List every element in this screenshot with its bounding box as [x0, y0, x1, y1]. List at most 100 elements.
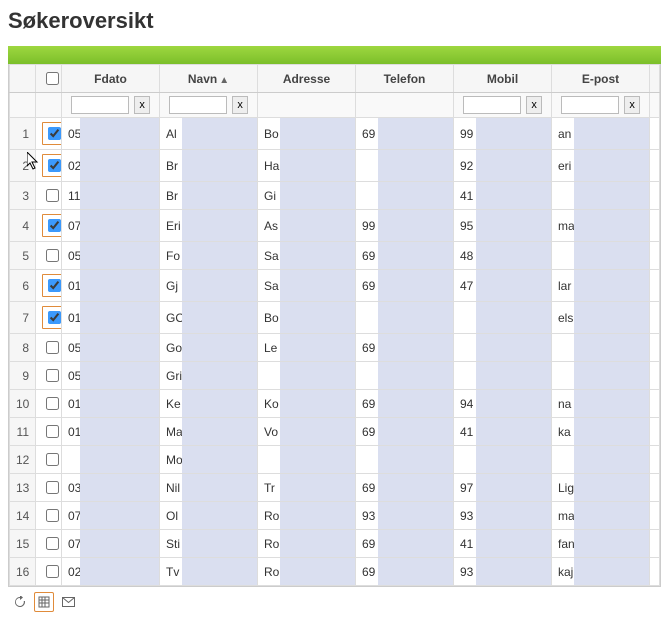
- row-select-cell[interactable]: [36, 418, 62, 446]
- cell-fdato: 05: [62, 334, 160, 362]
- filter-epost-input[interactable]: [561, 96, 619, 114]
- table-row[interactable]: 1303NilTr6997Lig: [10, 474, 660, 502]
- filter-navn-cell: x: [160, 93, 258, 118]
- cell-fdato: 01: [62, 302, 160, 334]
- table-row[interactable]: 1101MaVo6941ka: [10, 418, 660, 446]
- cell-navn: Sti: [160, 530, 258, 558]
- col-header-navn-label: Navn: [188, 72, 217, 86]
- col-header-adresse[interactable]: Adresse: [258, 65, 356, 93]
- col-header-select-all[interactable]: [36, 65, 62, 93]
- table-row[interactable]: 701GOBoels: [10, 302, 660, 334]
- table-row[interactable]: 407EriAs9995ma: [10, 210, 660, 242]
- row-number: 16: [10, 558, 36, 586]
- row-select-cell[interactable]: [36, 446, 62, 474]
- cell-epost: els: [552, 302, 650, 334]
- row-select-cell[interactable]: [36, 502, 62, 530]
- col-header-epost[interactable]: E-post: [552, 65, 650, 93]
- cell-fdato: 01: [62, 418, 160, 446]
- col-header-navn[interactable]: Navn▲: [160, 65, 258, 93]
- row-select-checkbox[interactable]: [46, 509, 59, 522]
- table-row[interactable]: 601GjSa6947lar: [10, 270, 660, 302]
- col-header-mobil[interactable]: Mobil: [454, 65, 552, 93]
- row-select-cell[interactable]: [36, 558, 62, 586]
- table-row[interactable]: 105AlBo6999an: [10, 118, 660, 150]
- table-row[interactable]: 12Mo: [10, 446, 660, 474]
- row-select-checkbox[interactable]: [46, 565, 59, 578]
- cell-epost: an: [552, 118, 650, 150]
- cell-mobil: 41: [454, 530, 552, 558]
- cell-telefon: 69: [356, 118, 454, 150]
- row-select-cell[interactable]: [36, 530, 62, 558]
- cell-navn: Al: [160, 118, 258, 150]
- row-number: 10: [10, 390, 36, 418]
- row-select-cell[interactable]: [36, 334, 62, 362]
- row-select-cell[interactable]: [36, 270, 62, 302]
- row-select-checkbox[interactable]: [48, 127, 61, 140]
- mail-button[interactable]: [58, 592, 78, 612]
- row-select-checkbox[interactable]: [46, 249, 59, 262]
- row-select-checkbox[interactable]: [46, 397, 59, 410]
- row-number: 5: [10, 242, 36, 270]
- row-select-checkbox[interactable]: [48, 219, 61, 232]
- filter-navn-clear[interactable]: x: [232, 96, 248, 114]
- filter-mobil-input[interactable]: [463, 96, 521, 114]
- col-header-fdato[interactable]: Fdato: [62, 65, 160, 93]
- cell-adresse: Vo: [258, 418, 356, 446]
- row-select-checkbox[interactable]: [46, 481, 59, 494]
- filter-mobil-clear[interactable]: x: [526, 96, 542, 114]
- cell-navn: Go: [160, 334, 258, 362]
- cell-fdato: 05: [62, 362, 160, 390]
- table-row[interactable]: 311BrGi41: [10, 182, 660, 210]
- select-all-checkbox[interactable]: [46, 72, 59, 85]
- row-select-cell[interactable]: [36, 210, 62, 242]
- col-header-telefon-label: Telefon: [384, 72, 426, 86]
- row-select-checkbox[interactable]: [46, 537, 59, 550]
- table-row[interactable]: 505FoSa6948: [10, 242, 660, 270]
- filter-fdato-clear[interactable]: x: [134, 96, 150, 114]
- row-select-cell[interactable]: [36, 362, 62, 390]
- row-select-checkbox[interactable]: [46, 369, 59, 382]
- row-number: 3: [10, 182, 36, 210]
- row-select-checkbox[interactable]: [46, 189, 59, 202]
- refresh-button[interactable]: [10, 592, 30, 612]
- cell-epost: fan: [552, 530, 650, 558]
- row-select-cell[interactable]: [36, 390, 62, 418]
- cell-navn: Eri: [160, 210, 258, 242]
- cell-navn: Fo: [160, 242, 258, 270]
- row-select-checkbox[interactable]: [46, 425, 59, 438]
- cell-adresse: Ro: [258, 502, 356, 530]
- row-number: 9: [10, 362, 36, 390]
- cell-fdato: 07: [62, 502, 160, 530]
- row-number: 6: [10, 270, 36, 302]
- table-row[interactable]: 1602TvRo6993kaj: [10, 558, 660, 586]
- filter-fdato-input[interactable]: [71, 96, 129, 114]
- filter-navn-input[interactable]: [169, 96, 227, 114]
- row-select-checkbox[interactable]: [48, 159, 61, 172]
- row-select-cell[interactable]: [36, 474, 62, 502]
- row-select-cell[interactable]: [36, 118, 62, 150]
- row-select-checkbox[interactable]: [48, 311, 61, 324]
- cell-tail: [650, 150, 660, 182]
- cell-tail: [650, 334, 660, 362]
- row-select-checkbox[interactable]: [46, 453, 59, 466]
- col-header-telefon[interactable]: Telefon: [356, 65, 454, 93]
- row-select-cell[interactable]: [36, 242, 62, 270]
- row-select-cell[interactable]: [36, 150, 62, 182]
- grid-button[interactable]: [34, 592, 54, 612]
- row-select-checkbox[interactable]: [46, 341, 59, 354]
- table-row[interactable]: 905Gri: [10, 362, 660, 390]
- cell-adresse: Tr: [258, 474, 356, 502]
- row-number: 15: [10, 530, 36, 558]
- table-row[interactable]: 1507StiRo6941fan: [10, 530, 660, 558]
- table-row[interactable]: 202BrHa92eri: [10, 150, 660, 182]
- table-row[interactable]: 1407OlRo9393ma: [10, 502, 660, 530]
- row-select-cell[interactable]: [36, 182, 62, 210]
- table-row[interactable]: 1001KeKo6994na: [10, 390, 660, 418]
- filter-epost-clear[interactable]: x: [624, 96, 640, 114]
- table-row[interactable]: 805GoLe69: [10, 334, 660, 362]
- row-select-cell[interactable]: [36, 302, 62, 334]
- cell-mobil: 94: [454, 390, 552, 418]
- sort-asc-icon: ▲: [219, 75, 229, 86]
- row-select-checkbox[interactable]: [48, 279, 61, 292]
- cell-adresse: Gi: [258, 182, 356, 210]
